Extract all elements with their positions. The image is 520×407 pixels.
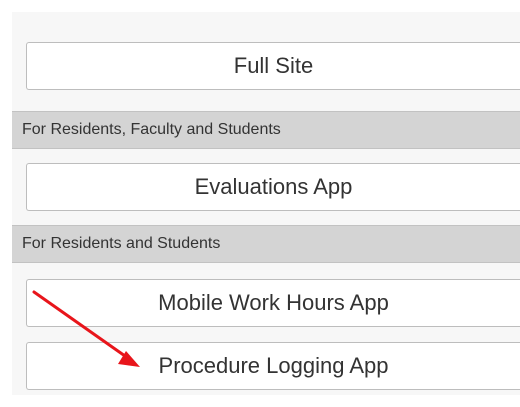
mobile-work-hours-app-button[interactable]: Mobile Work Hours App xyxy=(26,279,520,327)
full-site-button[interactable]: Full Site xyxy=(26,42,520,90)
section-header-residents-students: For Residents and Students xyxy=(12,225,520,263)
evaluations-app-button[interactable]: Evaluations App xyxy=(26,163,520,211)
procedure-logging-app-button[interactable]: Procedure Logging App xyxy=(26,342,520,390)
section-header-residents-faculty-students: For Residents, Faculty and Students xyxy=(12,111,520,149)
